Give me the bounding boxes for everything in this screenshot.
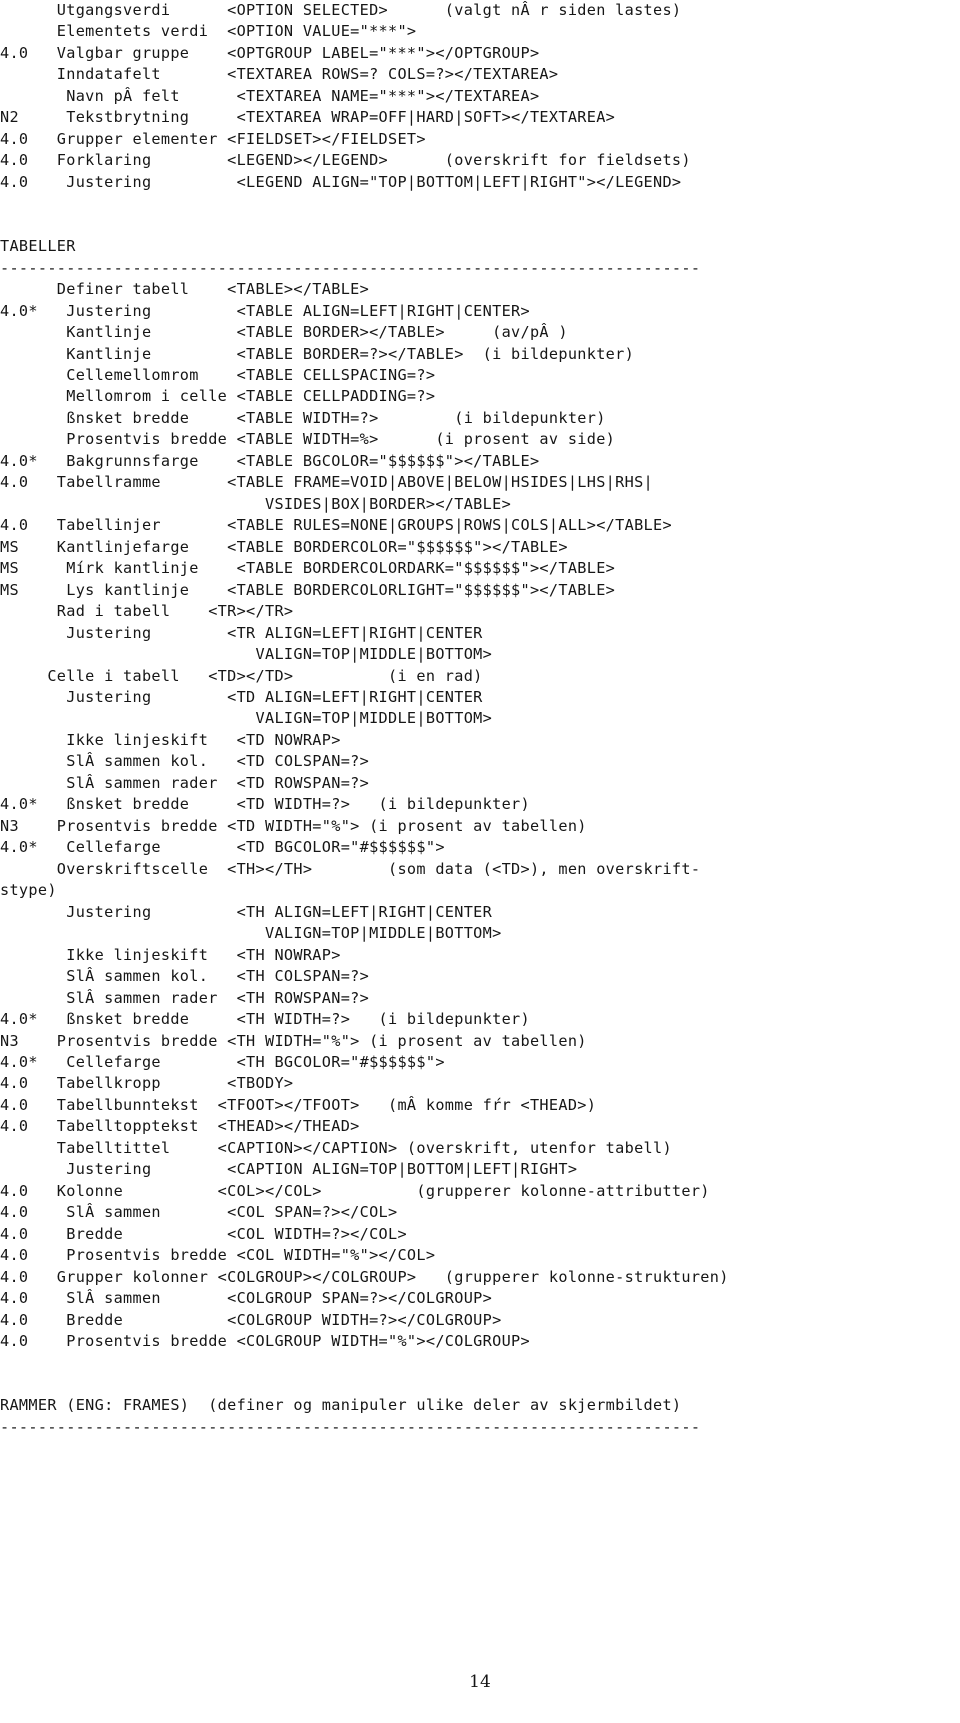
document-line: Ikke linjeskift <TH NOWRAP> — [0, 945, 341, 964]
document-line: SlÂ sammen kol. <TD COLSPAN=?> — [0, 752, 370, 771]
document-line: N3 Prosentvis bredde <TH WIDTH="%"> (i p… — [0, 1031, 587, 1050]
document-line: ßnsket bredde <TABLE WIDTH=?> (i bildepu… — [0, 408, 606, 427]
document-line: MS Mírk kantlinje <TABLE BORDERCOLORDARK… — [0, 559, 616, 578]
document-line: Prosentvis bredde <TABLE WIDTH=%> (i pro… — [0, 430, 616, 449]
document-line: Ikke linjeskift <TD NOWRAP> — [0, 730, 341, 749]
document-line: 4.0 Bredde <COL WIDTH=?></COL> — [0, 1224, 407, 1243]
document-line: Definer tabell <TABLE></TABLE> — [0, 280, 370, 299]
document-line: 4.0 Grupper elementer <FIELDSET></FIELDS… — [0, 129, 426, 148]
document-line: 4.0 Bredde <COLGROUP WIDTH=?></COLGROUP> — [0, 1310, 502, 1329]
document-line: RAMMER (ENG: FRAMES) (definer og manipul… — [0, 1396, 682, 1415]
document-line: VALIGN=TOP|MIDDLE|BOTTOM> — [0, 645, 493, 664]
document-line: SlÂ sammen rader <TH ROWSPAN=?> — [0, 988, 370, 1007]
document-line: 4.0* Justering <TABLE ALIGN=LEFT|RIGHT|C… — [0, 301, 530, 320]
document-line: 4.0 Tabellkropp <TBODY> — [0, 1074, 294, 1093]
document-line: 4.0* ßnsket bredde <TD WIDTH=?> (i bilde… — [0, 795, 530, 814]
document-line: Kantlinje <TABLE BORDER=?></TABLE> (i bi… — [0, 344, 635, 363]
document-line: stype) — [0, 881, 57, 900]
document-line: N2 Tekstbrytning <TEXTAREA WRAP=OFF|HARD… — [0, 108, 616, 127]
document-line: VALIGN=TOP|MIDDLE|BOTTOM> — [0, 709, 493, 728]
document-line: Justering <TD ALIGN=LEFT|RIGHT|CENTER — [0, 688, 483, 706]
document-line: 4.0 Tabellinjer <TABLE RULES=NONE|GROUPS… — [0, 516, 672, 535]
section-divider-rule: ----------------------------------------… — [0, 258, 701, 277]
document-line: 4.0 SlÂ sammen <COLGROUP SPAN=?></COLGRO… — [0, 1289, 493, 1308]
document-line: 4.0* Cellefarge <TD BGCOLOR="#$$$$$$"> — [0, 838, 445, 857]
page-number: 14 — [469, 1672, 491, 1692]
document-line: 4.0* Bakgrunnsfarge <TABLE BGCOLOR="$$$$… — [0, 451, 540, 470]
document-line: VSIDES|BOX|BORDER></TABLE> — [0, 494, 512, 513]
document-line: Justering <TR ALIGN=LEFT|RIGHT|CENTER — [0, 623, 483, 642]
document-line: 4.0* Cellefarge <TH BGCOLOR="#$$$$$$"> — [0, 1052, 445, 1071]
document-line: Mellomrom i celle <TABLE CELLPADDING=?> — [0, 387, 436, 406]
document-line: N3 Prosentvis bredde <TD WIDTH="%"> (i p… — [0, 816, 587, 835]
document-line: Overskriftscelle <TH></TH> (som data (<T… — [0, 859, 701, 878]
document-line: 4.0* ßnsket bredde <TH WIDTH=?> (i bilde… — [0, 1010, 530, 1029]
document-line: Tabelltittel <CAPTION></CAPTION> (oversk… — [0, 1138, 672, 1157]
document-line: Justering <CAPTION ALIGN=TOP|BOTTOM|LEFT… — [0, 1160, 578, 1179]
document-line: Utgangsverdi <OPTION SELECTED> (valgt nÂ… — [0, 1, 682, 19]
document-line: 4.0 Tabellramme <TABLE FRAME=VOID|ABOVE|… — [0, 473, 653, 492]
document-line: Inndatafelt <TEXTAREA ROWS=? COLS=?></TE… — [0, 65, 559, 84]
section-divider-rule: ----------------------------------------… — [0, 1417, 701, 1436]
document-line: Celle i tabell <TD></TD> (i en rad) — [0, 666, 483, 685]
document-line: Cellemellomrom <TABLE CELLSPACING=?> — [0, 365, 436, 384]
document-line: SlÂ sammen kol. <TH COLSPAN=?> — [0, 967, 370, 986]
document-line: 4.0 Kolonne <COL></COL> (grupperer kolon… — [0, 1181, 710, 1200]
document-line: 4.0 Prosentvis bredde <COL WIDTH="%"></C… — [0, 1246, 436, 1265]
document-line: 4.0 Forklaring <LEGEND></LEGEND> (oversk… — [0, 151, 691, 170]
document-line: Justering <TH ALIGN=LEFT|RIGHT|CENTER — [0, 902, 493, 921]
document-line: VALIGN=TOP|MIDDLE|BOTTOM> — [0, 924, 502, 943]
document-line: 4.0 Justering <LEGEND ALIGN="TOP|BOTTOM|… — [0, 172, 682, 191]
document-line: MS Lys kantlinje <TABLE BORDERCOLORLIGHT… — [0, 580, 616, 599]
document-line: SlÂ sammen rader <TD ROWSPAN=?> — [0, 773, 370, 792]
document-line: Rad i tabell <TR></TR> — [0, 602, 294, 621]
document-text-body: Utgangsverdi <OPTION SELECTED> (valgt nÂ… — [0, 0, 960, 1438]
document-page: Utgangsverdi <OPTION SELECTED> (valgt nÂ… — [0, 0, 960, 1723]
document-line: 4.0 Grupper kolonner <COLGROUP></COLGROU… — [0, 1267, 729, 1286]
section-heading: TABELLER — [0, 237, 76, 256]
document-line: Kantlinje <TABLE BORDER></TABLE> (av/pÂ … — [0, 323, 568, 342]
document-line: 4.0 Valgbar gruppe <OPTGROUP LABEL="***"… — [0, 43, 540, 62]
document-line: 4.0 Tabelltopptekst <THEAD></THEAD> — [0, 1117, 360, 1136]
document-line: Elementets verdi <OPTION VALUE="***"> — [0, 22, 417, 41]
document-line: Navn pÂ felt <TEXTAREA NAME="***"></TEXT… — [0, 86, 540, 105]
document-line: 4.0 Tabellbunntekst <TFOOT></TFOOT> (mÂ … — [0, 1095, 597, 1114]
document-line: 4.0 SlÂ sammen <COL SPAN=?></COL> — [0, 1203, 398, 1222]
document-line: MS Kantlinjefarge <TABLE BORDERCOLOR="$$… — [0, 537, 568, 556]
document-line: 4.0 Prosentvis bredde <COLGROUP WIDTH="%… — [0, 1332, 530, 1351]
